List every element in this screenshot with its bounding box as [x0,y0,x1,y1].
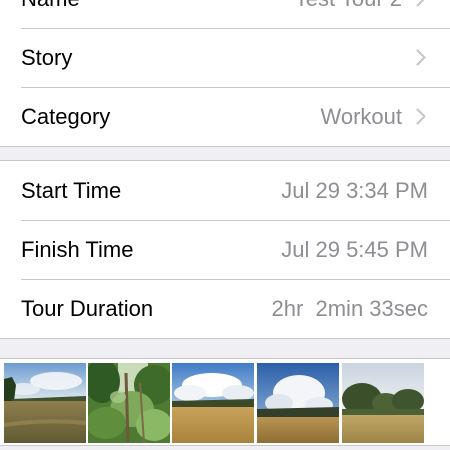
tour-duration-row: Tour Duration 2hr 2min 33sec [0,279,450,338]
story-row[interactable]: Story [0,28,450,87]
photo-thumbnail[interactable] [342,363,424,443]
name-label: Name [21,0,80,12]
story-label: Story [21,44,73,70]
name-value: Test Tour 2 [80,0,402,12]
photo-thumbnail[interactable] [88,363,170,443]
chevron-right-icon [414,107,428,127]
photo-thumbnail[interactable] [4,363,86,443]
name-row[interactable]: Name Test Tour 2 [0,0,450,28]
category-label: Category [21,103,111,129]
category-row[interactable]: Category Workout [0,87,450,146]
start-time-row: Start Time Jul 29 3:34 PM [0,161,450,220]
finish-time-value: Jul 29 5:45 PM [281,236,428,262]
tour-timing-section: Start Time Jul 29 3:34 PM Finish Time Ju… [0,160,450,339]
tour-duration-value: 2hr 2min 33sec [271,295,428,321]
start-time-value: Jul 29 3:34 PM [281,177,428,203]
finish-time-row: Finish Time Jul 29 5:45 PM [0,220,450,279]
tour-general-section: Name Test Tour 2 Story Category Workout [0,0,450,147]
tour-duration-label: Tour Duration [21,295,154,321]
category-value: Workout [320,103,402,129]
chevron-right-icon [414,0,428,9]
photo-thumbnail[interactable] [172,363,254,443]
finish-time-label: Finish Time [21,236,134,262]
photo-thumbnail[interactable] [257,363,339,443]
chevron-right-icon [414,48,428,68]
photo-strip[interactable] [0,358,450,446]
start-time-label: Start Time [21,177,122,203]
